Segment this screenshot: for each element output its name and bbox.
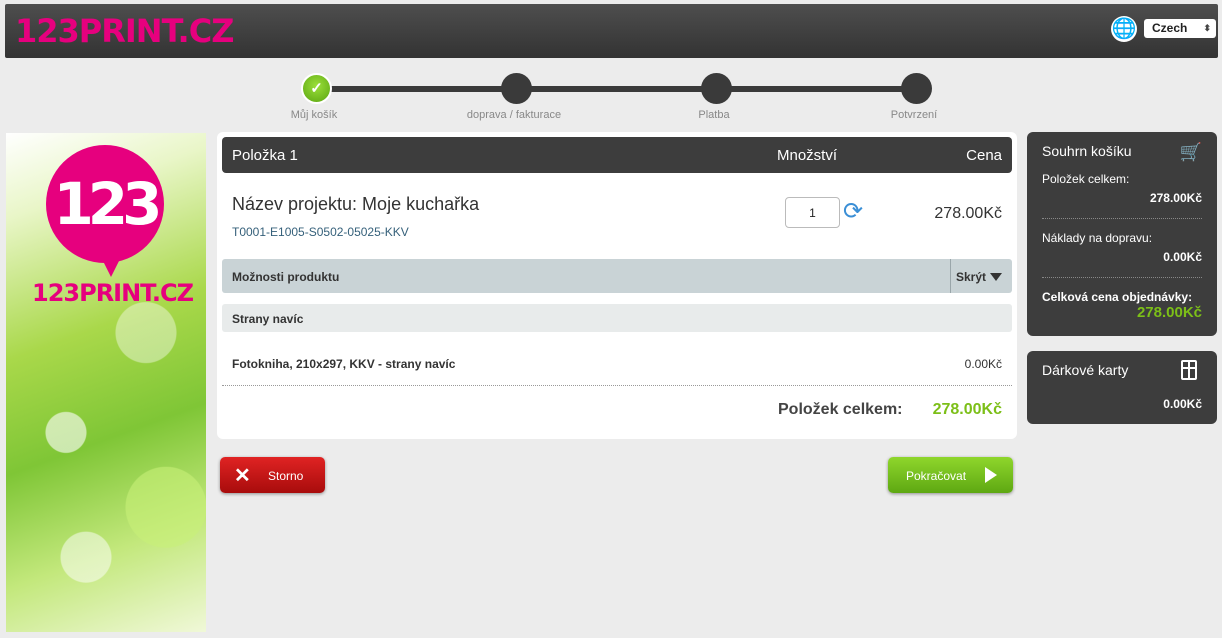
step-2-indicator xyxy=(501,73,532,104)
options-divider xyxy=(950,259,951,293)
product-options-bar: Možnosti produktu Skrýt xyxy=(222,259,1012,293)
gift-cards-title: Dárkové karty xyxy=(1042,362,1129,378)
step-4-indicator xyxy=(901,73,932,104)
quantity-input[interactable] xyxy=(785,197,840,228)
summary-total-value: 278.00Kč xyxy=(1136,304,1202,321)
banner-logo-bubble: 123 xyxy=(46,145,164,277)
summary-divider xyxy=(1042,218,1202,219)
select-arrows-icon: ⬍ xyxy=(1203,23,1211,33)
cart-summary-panel: Souhrn košíku 🛒 Položek celkem: 278.00Kč… xyxy=(1027,132,1217,336)
step-1-label: Můj košík xyxy=(290,109,338,121)
line-item-name: Fotokniha, 210x297, KKV - strany navíc xyxy=(232,357,456,371)
language-select[interactable]: Czech ⬍ xyxy=(1144,19,1216,38)
project-title: Název projektu: Moje kuchařka xyxy=(232,194,480,214)
cart-icon: 🛒 xyxy=(1179,142,1202,162)
top-bar: 123PRINT.CZ 🌐 Czech ⬍ xyxy=(5,4,1218,58)
step-3-indicator xyxy=(701,73,732,104)
summary-items-label: Položek celkem: xyxy=(1042,172,1130,186)
summary-items-value: 278.00Kč xyxy=(1149,191,1202,205)
extra-pages-header: Strany navíc xyxy=(222,304,1012,332)
summary-total-label: Celková cena objednávky: xyxy=(1042,290,1193,304)
summary-title: Souhrn košíku xyxy=(1042,143,1132,159)
options-label: Možnosti produktu xyxy=(232,270,340,284)
cancel-button[interactable]: ✕ Storno xyxy=(220,457,325,493)
continue-label: Pokračovat xyxy=(906,469,967,483)
step-3-label: Platba xyxy=(698,109,730,121)
cancel-label: Storno xyxy=(268,469,304,483)
gift-cards-value: 0.00Kč xyxy=(1163,397,1202,411)
globe-icon: 🌐 xyxy=(1111,16,1137,42)
project-code: T0001-E1005-S0502-05025-KKV xyxy=(232,225,409,239)
banner-logo-text: 123PRINT.CZ xyxy=(32,279,194,307)
close-icon: ✕ xyxy=(234,465,251,487)
refresh-icon[interactable]: ⟳ xyxy=(843,198,863,226)
language-value: Czech xyxy=(1152,21,1188,35)
line-item-price: 0.00Kč xyxy=(964,357,1002,371)
items-total-label: Položek celkem: xyxy=(778,401,903,418)
cart-card: Položka 1 Množství Cena Název projektu: … xyxy=(217,132,1017,439)
hide-options-toggle[interactable]: Skrýt xyxy=(956,270,986,284)
dotted-divider xyxy=(222,385,1012,386)
item-price: 278.00Kč xyxy=(934,205,1002,222)
col-quantity: Množství xyxy=(777,147,838,164)
summary-shipping-value: 0.00Kč xyxy=(1163,250,1202,264)
play-arrow-icon xyxy=(985,467,997,483)
col-item: Položka 1 xyxy=(232,147,298,164)
logo[interactable]: 123PRINT.CZ xyxy=(15,12,234,50)
step-1-checkmark-icon: ✓ xyxy=(301,73,332,104)
promo-banner[interactable]: 123 123PRINT.CZ xyxy=(6,133,206,632)
progress-track xyxy=(317,86,917,92)
step-4-label: Potvrzení xyxy=(890,109,938,121)
step-2-label: doprava / fakturace xyxy=(466,109,562,121)
gift-cards-panel: Dárkové karty 0.00Kč xyxy=(1027,351,1217,424)
col-price: Cena xyxy=(966,147,1002,164)
gift-icon[interactable] xyxy=(1181,360,1197,380)
continue-button[interactable]: Pokračovat xyxy=(888,457,1013,493)
items-total-value: 278.00Kč xyxy=(932,401,1002,418)
summary-divider xyxy=(1042,277,1202,278)
summary-shipping-label: Náklady na dopravu: xyxy=(1042,231,1153,245)
cart-table-header: Položka 1 Množství Cena xyxy=(222,137,1012,173)
extra-pages-label: Strany navíc xyxy=(232,312,304,326)
triangle-down-icon[interactable] xyxy=(990,273,1002,281)
